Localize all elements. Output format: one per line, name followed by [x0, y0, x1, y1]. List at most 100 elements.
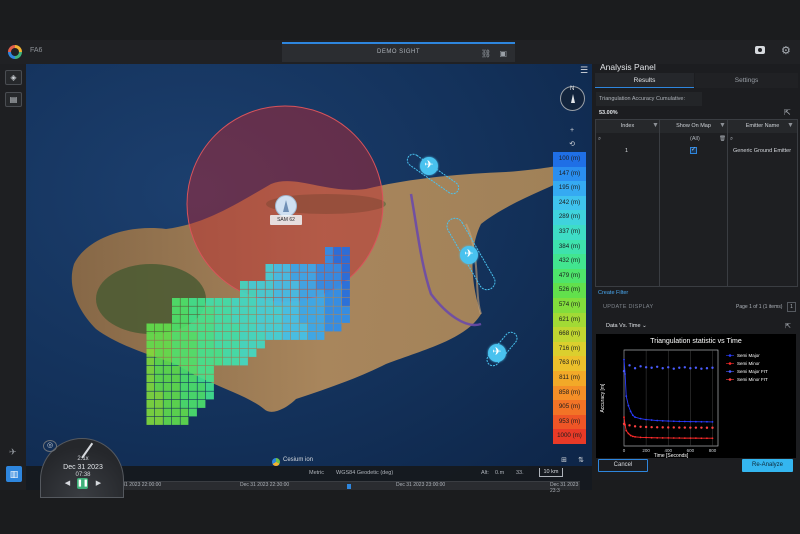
briefcase-icon[interactable]: ▤: [5, 92, 22, 107]
heatmap-cell: [325, 289, 333, 298]
heatmap-cell: [308, 272, 316, 281]
heatmap-cell: [282, 298, 291, 306]
longitude-value: 33.: [516, 470, 524, 476]
chart-type-select[interactable]: Data Vs. Time ⌄: [606, 323, 647, 329]
realtime-icon[interactable]: ◎: [43, 440, 57, 452]
expand-icon[interactable]: ⇱: [785, 322, 791, 330]
reanalyze-button[interactable]: Re-Analyze: [742, 459, 793, 472]
heatmap-cell: [155, 366, 163, 374]
play-pause-icon[interactable]: ❚❚: [77, 478, 89, 489]
column-header-index[interactable]: Index: [596, 120, 659, 133]
gear-icon[interactable]: ⚙: [781, 44, 791, 57]
forward-icon[interactable]: ▶: [93, 478, 104, 489]
tab-settings[interactable]: Settings: [695, 73, 798, 88]
heatmap-cell: [146, 366, 155, 374]
data-point: [700, 437, 703, 440]
chart-title: Triangulation statistic vs Time: [650, 338, 742, 345]
screenshot-icon[interactable]: ⊞: [558, 456, 570, 464]
create-filter-link[interactable]: Create Filter: [598, 290, 628, 296]
data-point: [700, 420, 703, 423]
zoom-in-icon[interactable]: +: [566, 127, 578, 134]
altitude-label: Alt:: [481, 470, 489, 476]
x-axis-label: Time [Seconds]: [654, 453, 689, 458]
search-icon[interactable]: ⌕: [598, 133, 601, 145]
popout-icon[interactable]: ▣: [499, 49, 507, 58]
aircraft-icon[interactable]: ✈: [420, 157, 438, 175]
filter-value-show[interactable]: (All): [690, 133, 700, 145]
heatmap-cell: [231, 298, 240, 306]
data-point: [705, 426, 709, 429]
chart-tool-icon[interactable]: ▥: [6, 466, 22, 482]
show-on-map-checkbox[interactable]: ✓: [690, 147, 697, 154]
sync-icon[interactable]: ⇅: [575, 456, 587, 464]
map-viewport[interactable]: [26, 64, 592, 490]
cell-emitter-name[interactable]: Generic Ground Emitter: [733, 145, 791, 157]
heatmap-cell: [206, 357, 214, 366]
tab-results[interactable]: Results: [595, 73, 694, 88]
heatmap-cell: [180, 400, 189, 408]
app-window: FA6 DEMO SIGHT ⛓ ▣ ⚙ ◈ ▤ ✈ ▥ ☰ N + ⟲ SAM…: [0, 0, 800, 534]
column-header-show-on-map[interactable]: Show On Map: [660, 120, 727, 133]
compass[interactable]: N: [560, 86, 585, 111]
heatmap-cell: [189, 298, 197, 306]
legend-entry: Semi Minor FIT: [737, 377, 768, 382]
filter-icon[interactable]: ▼: [787, 122, 794, 129]
aircraft-tool-icon[interactable]: ✈: [9, 447, 17, 458]
projection-select[interactable]: Metric: [309, 470, 324, 476]
scene-tab[interactable]: DEMO SIGHT ⛓ ▣: [282, 42, 515, 62]
heatmap-cell: [155, 383, 163, 391]
heatmap-cell: [291, 272, 299, 281]
menu-icon[interactable]: ☰: [580, 65, 588, 76]
heatmap-cell: [189, 357, 197, 366]
search-icon[interactable]: ⌕: [730, 133, 733, 145]
link-icon[interactable]: ⛓: [481, 49, 491, 58]
clear-filter-icon[interactable]: 🗑: [719, 133, 726, 145]
heatmap-cell: [274, 281, 282, 289]
data-point: [655, 365, 659, 368]
datum-select[interactable]: WGS84 Geodetic (deg): [336, 470, 393, 476]
heatmap-cell: [316, 298, 325, 306]
update-display-button[interactable]: UPDATE DISPLAY: [603, 304, 653, 310]
aircraft-icon[interactable]: ✈: [488, 344, 506, 362]
aircraft-icon[interactable]: ✈: [460, 246, 478, 264]
pager-page-input[interactable]: 1: [787, 302, 796, 312]
heatmap-cell: [223, 315, 231, 323]
heatmap-cell: [248, 332, 257, 340]
data-point: [623, 416, 625, 419]
reset-view-icon[interactable]: ⟲: [566, 140, 578, 148]
export-icon[interactable]: ⇱: [784, 108, 791, 117]
heatmap-cell: [333, 298, 342, 306]
data-point: [661, 426, 664, 429]
heatmap-cell: [214, 332, 223, 340]
timeline-cursor[interactable]: [347, 484, 351, 489]
heatmap-cell: [240, 281, 248, 289]
layers-icon[interactable]: ◈: [5, 70, 22, 85]
cancel-button[interactable]: Cancel: [598, 459, 648, 472]
chart-type-value: Data Vs. Time: [606, 323, 641, 329]
heatmap-cell: [333, 272, 342, 281]
heatmap-cell: [146, 349, 155, 357]
heatmap-cell: [265, 332, 274, 340]
camera-icon[interactable]: [755, 46, 765, 54]
heatmap-cell: [146, 323, 155, 332]
heatmap-cell: [342, 247, 350, 255]
heatmap-cell: [214, 306, 223, 315]
heatmap-cell: [342, 315, 350, 323]
rewind-icon[interactable]: ◀: [62, 478, 73, 489]
data-point: [667, 366, 670, 369]
legend-entry: Semi Major FIT: [737, 369, 768, 374]
timeline[interactable]: Dec 31 2023 22:00:00 Dec 31 2023 22:30:0…: [110, 481, 580, 494]
data-point: [683, 420, 686, 423]
heatmap-cell: [206, 306, 214, 315]
data-point: [700, 367, 703, 370]
heatmap-cell: [155, 408, 163, 417]
sam-marker-icon[interactable]: [275, 195, 297, 217]
filter-icon[interactable]: ▼: [719, 122, 726, 129]
data-point: [644, 425, 648, 429]
column-divider: [727, 120, 728, 286]
heatmap-cell: [299, 315, 308, 323]
heatmap-cell: [189, 374, 197, 383]
filter-icon[interactable]: ▼: [652, 122, 659, 129]
heatmap-cell: [172, 408, 180, 417]
data-point: [656, 419, 659, 422]
